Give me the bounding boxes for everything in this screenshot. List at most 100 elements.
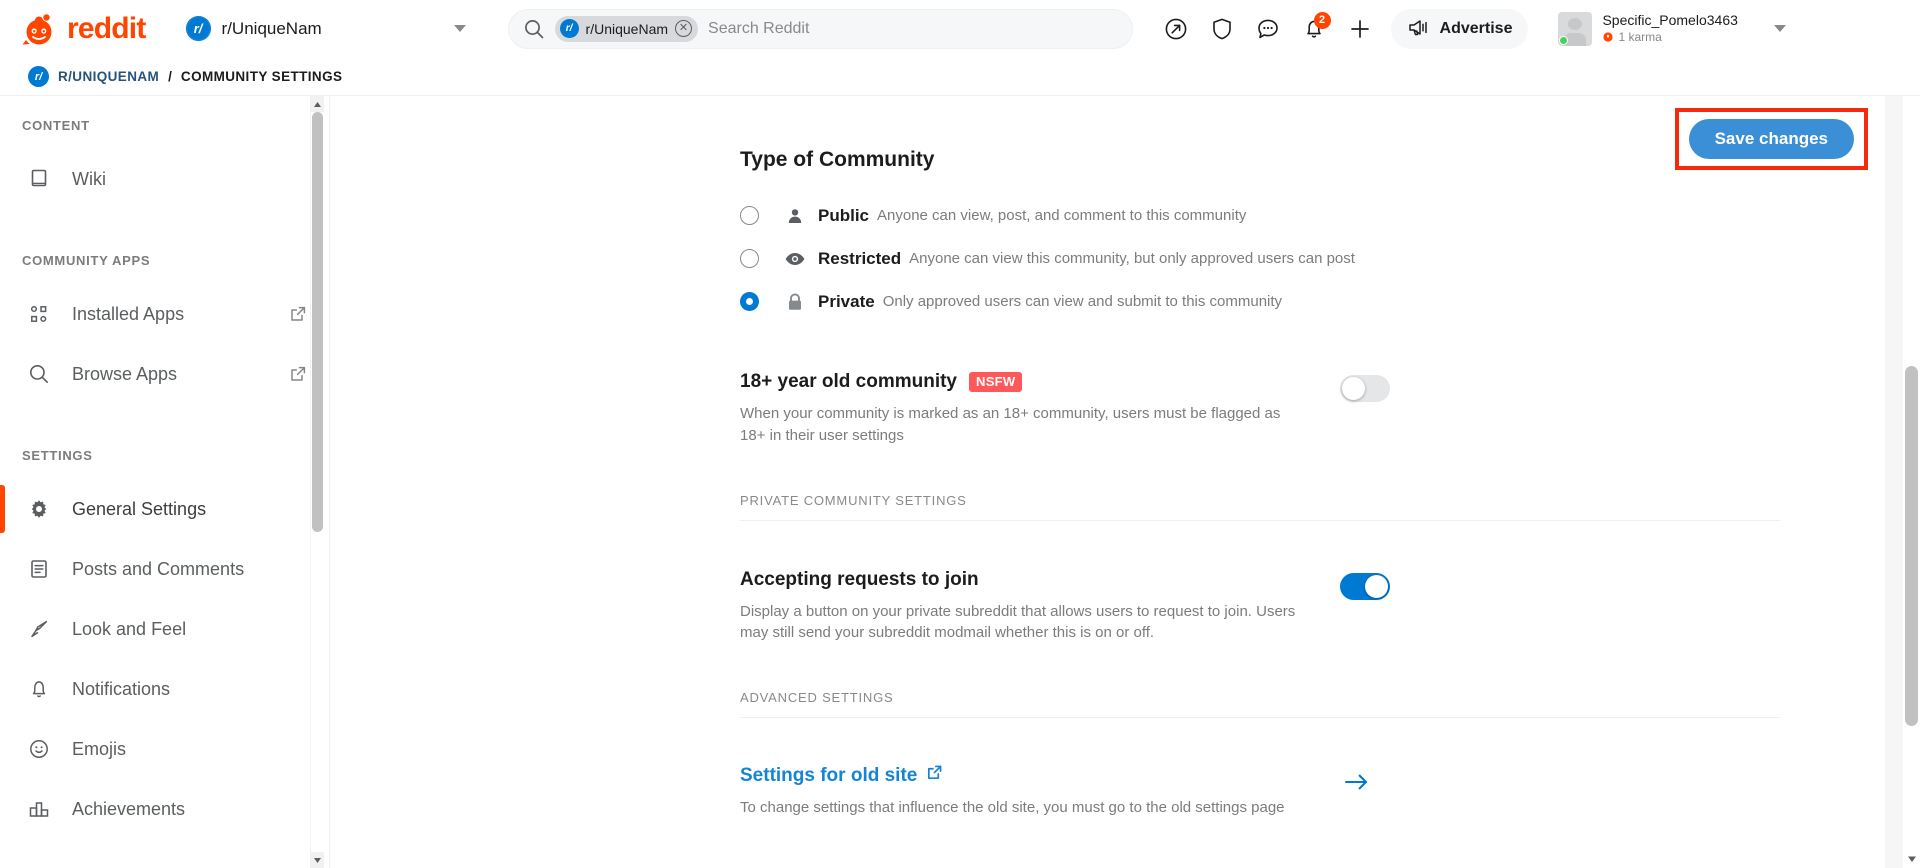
nsfw-description: When your community is marked as an 18+ …: [740, 405, 1281, 444]
sidebar-item-look-and-feel[interactable]: Look and Feel: [0, 599, 329, 659]
search-subreddit-chip[interactable]: r/ r/UniqueNam ✕: [554, 15, 699, 42]
radio-restricted[interactable]: [740, 249, 759, 268]
sidebar-item-label: Notifications: [72, 678, 171, 699]
save-button[interactable]: Save changes: [1688, 119, 1854, 159]
user-meta: Specific_Pomelo3463 1 karma: [1602, 12, 1738, 44]
chevron-down-icon: [1773, 25, 1786, 32]
nsfw-setting-block: 18+ year old community NSFW When your co…: [740, 371, 1390, 447]
settings-main-panel: Save changes Type of Community Public An…: [330, 96, 1920, 868]
sidebar-heading-content: CONTENT: [22, 118, 90, 133]
subreddit-switcher[interactable]: r/ r/UniqueNam: [178, 9, 478, 49]
subreddit-avatar: r/: [185, 16, 211, 41]
sidebar-item-posts-and-comments[interactable]: Posts and Comments: [0, 539, 329, 599]
close-circle-icon[interactable]: ✕: [675, 20, 693, 37]
smiley-face-icon: [26, 736, 52, 762]
sidebar-scrollbar[interactable]: [310, 96, 324, 868]
option-description: Anyone can view this community, but only…: [909, 250, 1355, 267]
sidebar-item-label: Browse Apps: [72, 363, 178, 384]
old-site-settings-link[interactable]: Settings for old site: [740, 764, 1344, 787]
user-account-menu[interactable]: Specific_Pomelo3463 1 karma: [1550, 7, 1791, 51]
nsfw-toggle[interactable]: [1340, 375, 1390, 402]
settings-sidebar: CONTENT Wiki COMMUNITY APPS Installed Ap…: [0, 96, 330, 868]
main-scrollbar-thumb[interactable]: [1905, 366, 1918, 726]
reddit-community-settings-page: reddit r/ r/UniqueNam r/ r/UniqueNam ✕ S…: [0, 0, 1920, 868]
private-community-settings-label: PRIVATE COMMUNITY SETTINGS: [740, 493, 1780, 521]
username-label: Specific_Pomelo3463: [1602, 12, 1738, 29]
sidebar-item-label: Emojis: [72, 738, 127, 759]
reddit-home-logo[interactable]: reddit: [20, 13, 146, 45]
toggle-knob: [1365, 574, 1388, 598]
radio-public[interactable]: [740, 206, 759, 225]
accepting-requests-description: Display a button on your private subredd…: [740, 602, 1296, 642]
accepting-requests-title: Accepting requests to join: [740, 568, 979, 590]
create-post-plus-icon[interactable]: [1339, 8, 1381, 50]
accepting-requests-toggle[interactable]: [1340, 572, 1390, 600]
subreddit-switcher-label: r/UniqueNam: [221, 18, 322, 38]
popular-icon[interactable]: [1155, 8, 1197, 50]
notification-badge-count: 2: [1313, 11, 1331, 29]
advanced-settings-label: ADVANCED SETTINGS: [740, 690, 1780, 718]
sidebar-heading-settings: SETTINGS: [22, 448, 93, 463]
sidebar-scroll-content: CONTENT Wiki COMMUNITY APPS Installed Ap…: [0, 96, 329, 839]
caret-down-icon[interactable]: [311, 852, 324, 868]
save-changes-highlight-box: Save changes: [1674, 108, 1868, 170]
avatar: [1558, 11, 1593, 46]
community-type-option-private[interactable]: Private Only approved users can view and…: [740, 280, 1390, 323]
external-link-icon: [926, 764, 943, 787]
sidebar-heading-community-apps: COMMUNITY APPS: [22, 253, 151, 268]
sidebar-item-browse-apps[interactable]: Browse Apps: [0, 344, 329, 404]
search-bar[interactable]: r/ r/UniqueNam ✕: [507, 8, 1133, 49]
person-icon: [784, 205, 806, 227]
arrow-right-icon[interactable]: [1344, 772, 1370, 797]
sidebar-item-emojis[interactable]: Emojis: [0, 719, 329, 779]
reddit-snoo-icon: [20, 13, 58, 45]
nsfw-title: 18+ year old community: [740, 371, 957, 392]
book-icon: [26, 166, 52, 192]
sidebar-item-installed-apps[interactable]: Installed Apps: [0, 284, 329, 344]
podium-icon: [26, 796, 52, 822]
search-input[interactable]: [708, 19, 1118, 38]
option-name: Public: [818, 205, 870, 225]
old-site-settings-block: Settings for old site To change settings…: [740, 764, 1390, 819]
option-name: Private: [818, 291, 875, 311]
breadcrumb-subreddit-avatar: r/: [28, 66, 49, 87]
breadcrumb-current-page: COMMUNITY SETTINGS: [180, 69, 343, 84]
option-description: Only approved users can view and submit …: [882, 293, 1283, 310]
search-chip-label: r/UniqueNam: [585, 20, 669, 37]
megaphone-icon: [1407, 17, 1431, 40]
gear-icon: [26, 496, 52, 522]
community-type-option-public[interactable]: Public Anyone can view, post, and commen…: [740, 194, 1390, 237]
caret-up-icon[interactable]: [311, 96, 324, 112]
sidebar-item-notifications[interactable]: Notifications: [0, 659, 329, 719]
karma-icon: [1602, 31, 1614, 43]
radio-private[interactable]: [740, 292, 759, 311]
search-icon: [26, 361, 52, 387]
top-nav-icon-group: 2: [1155, 8, 1381, 50]
option-description: Anyone can view, post, and comment to th…: [877, 207, 1247, 224]
accepting-requests-block: Accepting requests to join Display a but…: [740, 569, 1390, 645]
karma-value: 1 karma: [1618, 29, 1662, 44]
old-site-link-label: Settings for old site: [740, 764, 918, 786]
top-navigation-bar: reddit r/ r/UniqueNam r/ r/UniqueNam ✕ S…: [0, 0, 1920, 58]
shield-icon[interactable]: [1201, 8, 1243, 50]
karma-row: 1 karma: [1602, 29, 1737, 44]
main-scrollbar[interactable]: [1903, 96, 1920, 868]
option-name: Restricted: [818, 248, 902, 268]
notifications-bell-icon[interactable]: 2: [1293, 8, 1335, 50]
search-icon: [523, 18, 545, 40]
nsfw-text-group: 18+ year old community NSFW When your co…: [740, 371, 1300, 447]
chat-icon[interactable]: [1247, 8, 1289, 50]
sidebar-item-label: General Settings: [72, 498, 207, 519]
sidebar-item-achievements[interactable]: Achievements: [0, 779, 329, 839]
main-right-rail: [1885, 96, 1903, 868]
sidebar-item-wiki[interactable]: Wiki: [0, 149, 329, 209]
lock-icon: [784, 291, 806, 313]
sidebar-scrollbar-thumb[interactable]: [312, 112, 323, 532]
community-type-option-restricted[interactable]: Restricted Anyone can view this communit…: [740, 237, 1390, 280]
paintbrush-icon: [26, 616, 52, 642]
breadcrumb-subreddit-link[interactable]: R/UNIQUENAM: [58, 69, 159, 84]
search-chip-avatar: r/: [559, 19, 579, 38]
sidebar-item-general-settings[interactable]: General Settings: [0, 479, 329, 539]
caret-down-icon[interactable]: [1905, 852, 1918, 866]
advertise-button[interactable]: Advertise: [1390, 8, 1529, 49]
